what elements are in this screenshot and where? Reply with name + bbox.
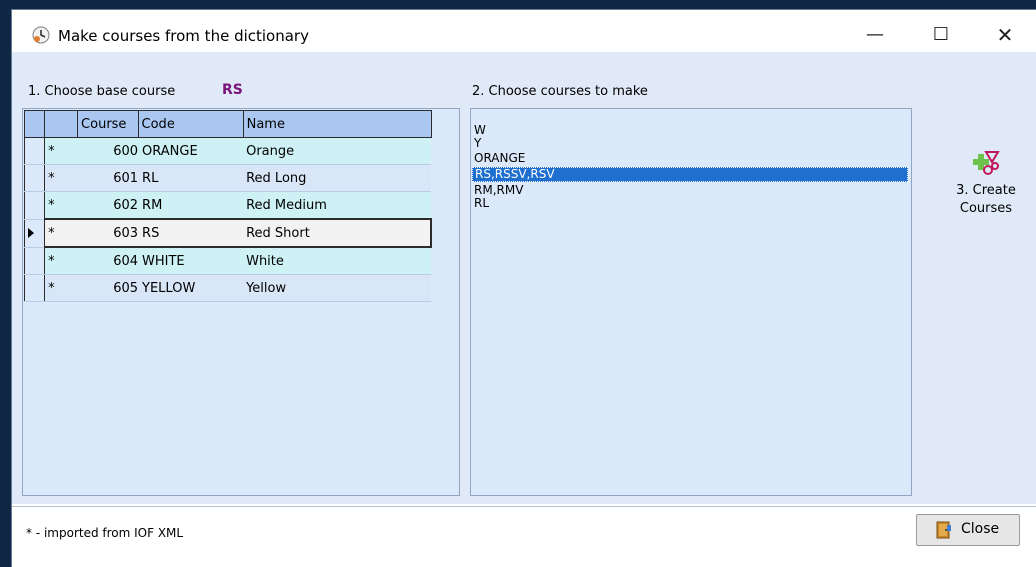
course-name: Yellow xyxy=(243,274,431,302)
table-row[interactable]: * 602 RM Red Medium xyxy=(23,191,431,220)
imported-marker: * xyxy=(44,191,78,220)
course-name: Red Medium xyxy=(243,191,431,220)
course-number: 605 xyxy=(77,274,139,302)
grid-star-header xyxy=(44,110,79,138)
create-courses-button[interactable]: 3. Create Courses xyxy=(946,148,1026,228)
list-item-selected[interactable]: RS,RSSV,RSV xyxy=(472,167,908,182)
selected-base-code: RS xyxy=(222,82,243,98)
course-code: RS xyxy=(138,218,244,248)
choose-base-course-label: 1. Choose base course xyxy=(28,84,176,99)
close-button-label: Close xyxy=(961,521,1000,537)
clock-icon xyxy=(32,26,50,44)
row-indicator xyxy=(23,137,46,165)
grid-indicator-header xyxy=(23,110,46,138)
minimize-button[interactable]: — xyxy=(860,22,890,48)
create-courses-label: 3. Create Courses xyxy=(946,182,1026,218)
course-number: 601 xyxy=(77,164,139,192)
imported-marker: * xyxy=(44,164,78,192)
course-name: Orange xyxy=(243,137,431,165)
course-code: ORANGE xyxy=(138,137,244,165)
table-row-selected[interactable]: * 603 RS Red Short xyxy=(23,218,432,248)
course-number: 602 xyxy=(77,191,139,220)
door-icon xyxy=(936,521,951,539)
grid-header-course[interactable]: Course xyxy=(77,110,139,138)
imported-marker: * xyxy=(44,274,78,302)
grid-header-row: Course Code Name xyxy=(23,110,432,138)
row-indicator xyxy=(23,247,46,275)
list-item[interactable]: Y xyxy=(472,137,908,150)
course-code: YELLOW xyxy=(138,274,244,302)
course-code: WHITE xyxy=(138,247,244,275)
create-label-line1: 3. Create xyxy=(956,183,1016,198)
list-item[interactable]: W xyxy=(472,124,908,137)
import-note: * - imported from IOF XML xyxy=(26,526,184,540)
window-title: Make courses from the dictionary xyxy=(58,27,309,45)
close-window-button[interactable]: ✕ xyxy=(990,22,1020,48)
base-course-grid[interactable]: Course Code Name * 600 ORANGE Orange * 6… xyxy=(23,110,432,302)
current-row-arrow-icon xyxy=(28,228,34,238)
grid-header-code[interactable]: Code xyxy=(137,110,244,138)
list-item[interactable]: RM,RMV xyxy=(472,184,908,197)
table-row[interactable]: * 604 WHITE White xyxy=(23,247,431,275)
row-indicator xyxy=(23,219,46,248)
course-number: 604 xyxy=(77,247,139,275)
imported-marker: * xyxy=(44,218,78,248)
row-indicator xyxy=(23,274,46,302)
imported-marker: * xyxy=(44,247,78,275)
course-name: White xyxy=(243,247,431,275)
course-code: RM xyxy=(138,191,244,220)
maximize-button[interactable]: ☐ xyxy=(926,22,956,48)
courses-to-make-list[interactable]: W Y ORANGE RS,RSSV,RSV RM,RMV RL xyxy=(472,124,908,210)
row-indicator xyxy=(23,164,46,192)
grid-header-name[interactable]: Name xyxy=(242,110,432,138)
list-item[interactable]: ORANGE xyxy=(472,152,908,165)
choose-courses-label: 2. Choose courses to make xyxy=(472,84,648,99)
row-indicator xyxy=(23,191,46,220)
table-row[interactable]: * 601 RL Red Long xyxy=(23,164,431,192)
course-number: 600 xyxy=(77,137,139,165)
course-name: Red Long xyxy=(243,164,431,192)
course-name: Red Short xyxy=(243,218,432,248)
imported-marker: * xyxy=(44,137,78,165)
table-row[interactable]: * 600 ORANGE Orange xyxy=(23,137,431,165)
create-label-line2: Courses xyxy=(959,201,1013,216)
close-button[interactable]: Close xyxy=(916,514,1020,546)
course-code: RL xyxy=(138,164,244,192)
create-courses-icon xyxy=(973,151,1000,175)
list-item[interactable]: RL xyxy=(472,197,908,210)
background-desktop xyxy=(0,0,1036,10)
course-number: 603 xyxy=(77,218,139,248)
table-row[interactable]: * 605 YELLOW Yellow xyxy=(23,274,431,302)
